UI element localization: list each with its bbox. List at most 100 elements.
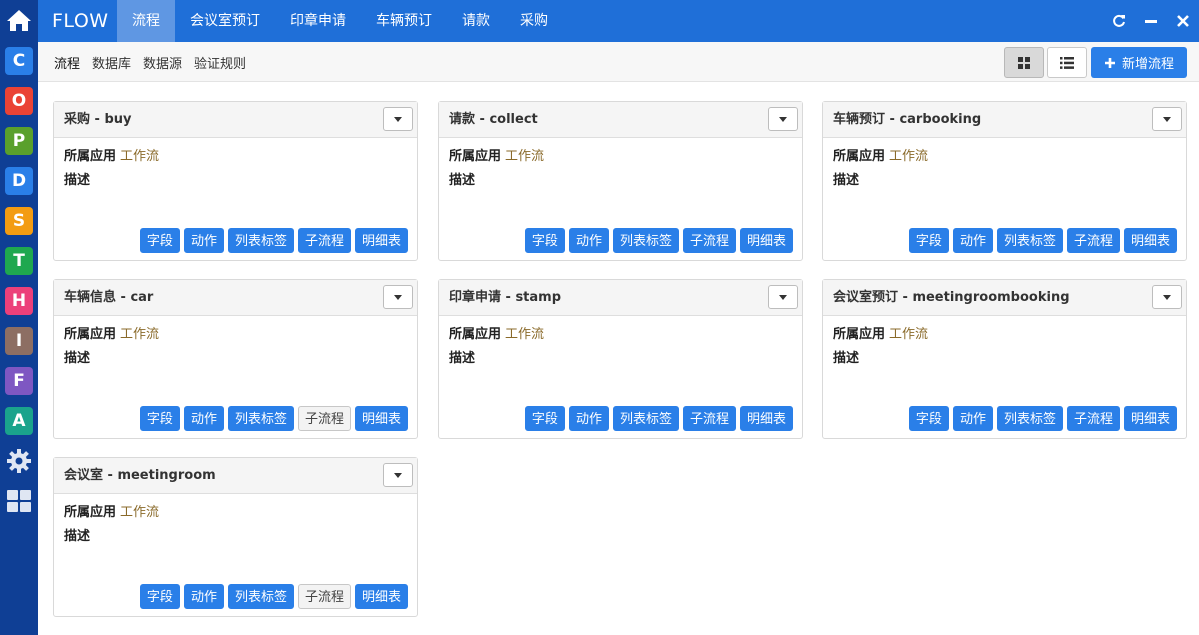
nav-item-flow[interactable]: 流程 xyxy=(117,0,175,42)
subnav-datasource[interactable]: 数据源 xyxy=(143,53,182,72)
card-menu-button[interactable] xyxy=(1152,285,1182,309)
action-button[interactable]: 动作 xyxy=(568,228,609,253)
app-value: 工作流 xyxy=(120,149,160,164)
card-header: 车辆预订 - carbooking xyxy=(823,102,1186,138)
app-h-icon[interactable]: H xyxy=(5,287,33,315)
nav-item-buy[interactable]: 采购 xyxy=(505,0,563,42)
grid-icon[interactable] xyxy=(5,487,33,515)
subflow-button[interactable]: 子流程 xyxy=(297,406,351,431)
list-label-button[interactable]: 列表标签 xyxy=(996,406,1063,431)
card-header: 印章申请 - stamp xyxy=(439,280,802,316)
detail-table-button[interactable]: 明细表 xyxy=(739,228,793,253)
app-i-icon[interactable]: I xyxy=(5,327,33,355)
app-s-icon[interactable]: S xyxy=(5,207,33,235)
list-label-button[interactable]: 列表标签 xyxy=(612,228,679,253)
window-controls xyxy=(1111,0,1191,42)
detail-table-button[interactable]: 明细表 xyxy=(354,406,408,431)
subflow-button[interactable]: 子流程 xyxy=(682,406,736,431)
card-app-row: 所属应用 工作流 xyxy=(833,147,1176,171)
top-nav: 流程 会议室预订 印章申请 车辆预订 请款 采购 xyxy=(117,0,563,42)
detail-table-button[interactable]: 明细表 xyxy=(354,228,408,253)
card-desc-row: 描述 xyxy=(64,171,407,195)
subnav-validation[interactable]: 验证规则 xyxy=(194,53,246,72)
card-title: 车辆信息 - car xyxy=(64,290,154,305)
card-menu-button[interactable] xyxy=(768,107,798,131)
nav-item-stamp[interactable]: 印章申请 xyxy=(275,0,361,42)
add-flow-button[interactable]: 新增流程 xyxy=(1091,47,1187,78)
subnav-database[interactable]: 数据库 xyxy=(92,53,131,72)
list-label-button[interactable]: 列表标签 xyxy=(227,228,294,253)
field-button[interactable]: 字段 xyxy=(908,406,949,431)
detail-table-button[interactable]: 明细表 xyxy=(1123,406,1177,431)
list-label-button[interactable]: 列表标签 xyxy=(996,228,1063,253)
grid-view-button[interactable] xyxy=(1004,47,1044,78)
card-action-buttons: 字段 动作 列表标签 子流程 明细表 xyxy=(524,228,793,253)
action-button[interactable]: 动作 xyxy=(952,228,993,253)
action-button[interactable]: 动作 xyxy=(183,584,224,609)
app-a-icon[interactable]: A xyxy=(5,407,33,435)
gear-icon[interactable] xyxy=(5,447,33,475)
app-c-icon[interactable]: C xyxy=(5,47,33,75)
subflow-button[interactable]: 子流程 xyxy=(297,584,351,609)
detail-table-button[interactable]: 明细表 xyxy=(1123,228,1177,253)
detail-table-button[interactable]: 明细表 xyxy=(739,406,793,431)
card-menu-button[interactable] xyxy=(383,107,413,131)
nav-item-car[interactable]: 车辆预订 xyxy=(361,0,447,42)
field-button[interactable]: 字段 xyxy=(139,584,180,609)
detail-table-button[interactable]: 明细表 xyxy=(354,584,408,609)
home-icon[interactable] xyxy=(5,6,33,34)
close-icon[interactable] xyxy=(1175,13,1191,29)
app-value: 工作流 xyxy=(120,327,160,342)
app-p-letter: P xyxy=(5,127,33,155)
card-menu-button[interactable] xyxy=(383,285,413,309)
subnav-flow[interactable]: 流程 xyxy=(54,53,80,72)
nav-item-meetingroom[interactable]: 会议室预订 xyxy=(175,0,275,42)
refresh-icon[interactable] xyxy=(1111,13,1127,29)
app-p-icon[interactable]: P xyxy=(5,127,33,155)
field-button[interactable]: 字段 xyxy=(139,406,180,431)
action-button[interactable]: 动作 xyxy=(952,406,993,431)
chevron-down-icon xyxy=(1163,116,1171,122)
card-menu-button[interactable] xyxy=(768,285,798,309)
field-button[interactable]: 字段 xyxy=(524,406,565,431)
list-view-icon xyxy=(1060,56,1074,69)
minimize-icon[interactable] xyxy=(1143,13,1159,29)
card-header: 请款 - collect xyxy=(439,102,802,138)
flow-card-5: 会议室预订 - meetingroombooking 所属应用 工作流 描述 字段… xyxy=(822,279,1187,439)
card-body: 所属应用 工作流 描述 xyxy=(54,138,417,195)
add-flow-label: 新增流程 xyxy=(1121,57,1174,72)
card-desc-row: 描述 xyxy=(449,171,792,195)
subflow-button[interactable]: 子流程 xyxy=(1066,406,1120,431)
sub-toolbar: 流程 数据库 数据源 验证规则 新增流程 xyxy=(38,42,1199,82)
action-button[interactable]: 动作 xyxy=(183,228,224,253)
card-action-buttons: 字段 动作 列表标签 子流程 明细表 xyxy=(139,584,408,609)
field-button[interactable]: 字段 xyxy=(524,228,565,253)
field-button[interactable]: 字段 xyxy=(139,228,180,253)
app-f-icon[interactable]: F xyxy=(5,367,33,395)
action-button[interactable]: 动作 xyxy=(183,406,224,431)
flow-card-6: 会议室 - meetingroom 所属应用 工作流 描述 字段 动作 列表标签 子流程… xyxy=(53,457,418,617)
app-c-letter: C xyxy=(5,47,33,75)
app-o-icon[interactable]: O xyxy=(5,87,33,115)
desc-label: 描述 xyxy=(64,173,91,188)
app-t-icon[interactable]: T xyxy=(5,247,33,275)
subflow-button[interactable]: 子流程 xyxy=(1066,228,1120,253)
list-label-button[interactable]: 列表标签 xyxy=(227,584,294,609)
card-menu-button[interactable] xyxy=(383,463,413,487)
subflow-button[interactable]: 子流程 xyxy=(682,228,736,253)
chevron-down-icon xyxy=(394,472,402,478)
card-body: 所属应用 工作流 描述 xyxy=(54,494,417,551)
card-app-row: 所属应用 工作流 xyxy=(64,325,407,349)
card-body: 所属应用 工作流 描述 xyxy=(439,316,802,373)
subflow-button[interactable]: 子流程 xyxy=(297,228,351,253)
nav-item-collect[interactable]: 请款 xyxy=(447,0,505,42)
plus-icon xyxy=(1104,57,1115,68)
app-d-icon[interactable]: D xyxy=(5,167,33,195)
list-label-button[interactable]: 列表标签 xyxy=(227,406,294,431)
action-button[interactable]: 动作 xyxy=(568,406,609,431)
app-value: 工作流 xyxy=(889,327,929,342)
card-menu-button[interactable] xyxy=(1152,107,1182,131)
list-label-button[interactable]: 列表标签 xyxy=(612,406,679,431)
field-button[interactable]: 字段 xyxy=(908,228,949,253)
list-view-button[interactable] xyxy=(1047,47,1087,78)
